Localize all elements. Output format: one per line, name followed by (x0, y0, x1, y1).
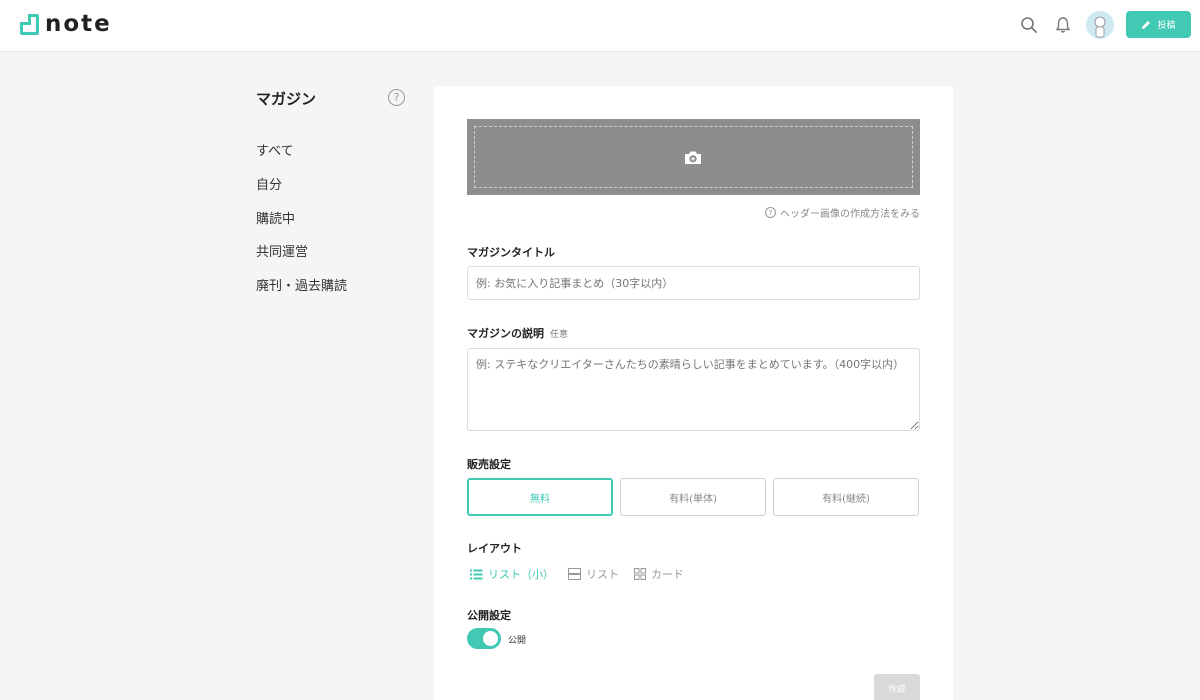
card-grid-icon (634, 568, 646, 580)
post-button-label: 投稿 (1157, 21, 1176, 31)
list-icon (568, 568, 581, 580)
header-image-help-link[interactable]: ? ヘッダー画像の作成方法をみる (765, 205, 920, 220)
layout-label: レイアウト (467, 542, 522, 555)
help-icon[interactable]: ? (388, 89, 405, 106)
logo-text: note (45, 11, 112, 37)
create-button[interactable]: 作成 (874, 674, 920, 700)
sales-paid-single-option[interactable]: 有料(単体) (620, 478, 766, 516)
layout-list-small-option[interactable]: リスト（小） (470, 566, 554, 582)
note-logo[interactable]: note (20, 12, 112, 36)
sales-paid-subscription-option[interactable]: 有料(継続) (773, 478, 919, 516)
magazine-title-input[interactable] (467, 266, 920, 300)
optional-tag: 任意 (550, 330, 569, 340)
publish-toggle-label: 公開 (508, 636, 527, 646)
top-header: note 投稿 (0, 0, 1200, 52)
pencil-icon (1142, 20, 1151, 29)
list-small-icon (470, 569, 483, 579)
sidebar-item-mine[interactable]: 自分 (256, 174, 282, 193)
sidebar-item-all[interactable]: すべて (256, 140, 294, 159)
publish-label: 公開設定 (467, 609, 511, 622)
note-logo-icon (20, 13, 39, 35)
description-label-text: マガジンの説明 (467, 327, 544, 340)
layout-list-option[interactable]: リスト (568, 566, 619, 582)
header-image-help-text: ヘッダー画像の作成方法をみる (780, 209, 920, 220)
publish-toggle[interactable] (467, 628, 501, 649)
post-button[interactable]: 投稿 (1126, 11, 1191, 38)
camera-icon[interactable] (684, 150, 702, 169)
search-icon[interactable] (1018, 14, 1040, 36)
bell-icon[interactable] (1052, 14, 1074, 36)
layout-card-label: カード (651, 568, 684, 581)
sidebar-item-archived[interactable]: 廃刊・過去購読 (256, 275, 347, 294)
sidebar-item-co-managed[interactable]: 共同運営 (256, 241, 308, 260)
sidebar-title: マガジン (256, 90, 317, 108)
avatar[interactable] (1086, 11, 1114, 39)
title-label: マガジンタイトル (467, 246, 555, 259)
sales-label: 販売設定 (467, 458, 511, 471)
magazine-description-textarea[interactable] (467, 348, 920, 431)
layout-list-small-label: リスト（小） (488, 568, 554, 581)
toggle-knob (483, 631, 498, 646)
sales-free-option[interactable]: 無料 (467, 478, 613, 516)
description-label: マガジンの説明 任意 (467, 325, 568, 341)
layout-card-option[interactable]: カード (634, 566, 684, 582)
question-icon: ? (765, 207, 776, 218)
layout-list-label: リスト (586, 568, 619, 581)
sidebar-item-subscribed[interactable]: 購読中 (256, 208, 295, 227)
